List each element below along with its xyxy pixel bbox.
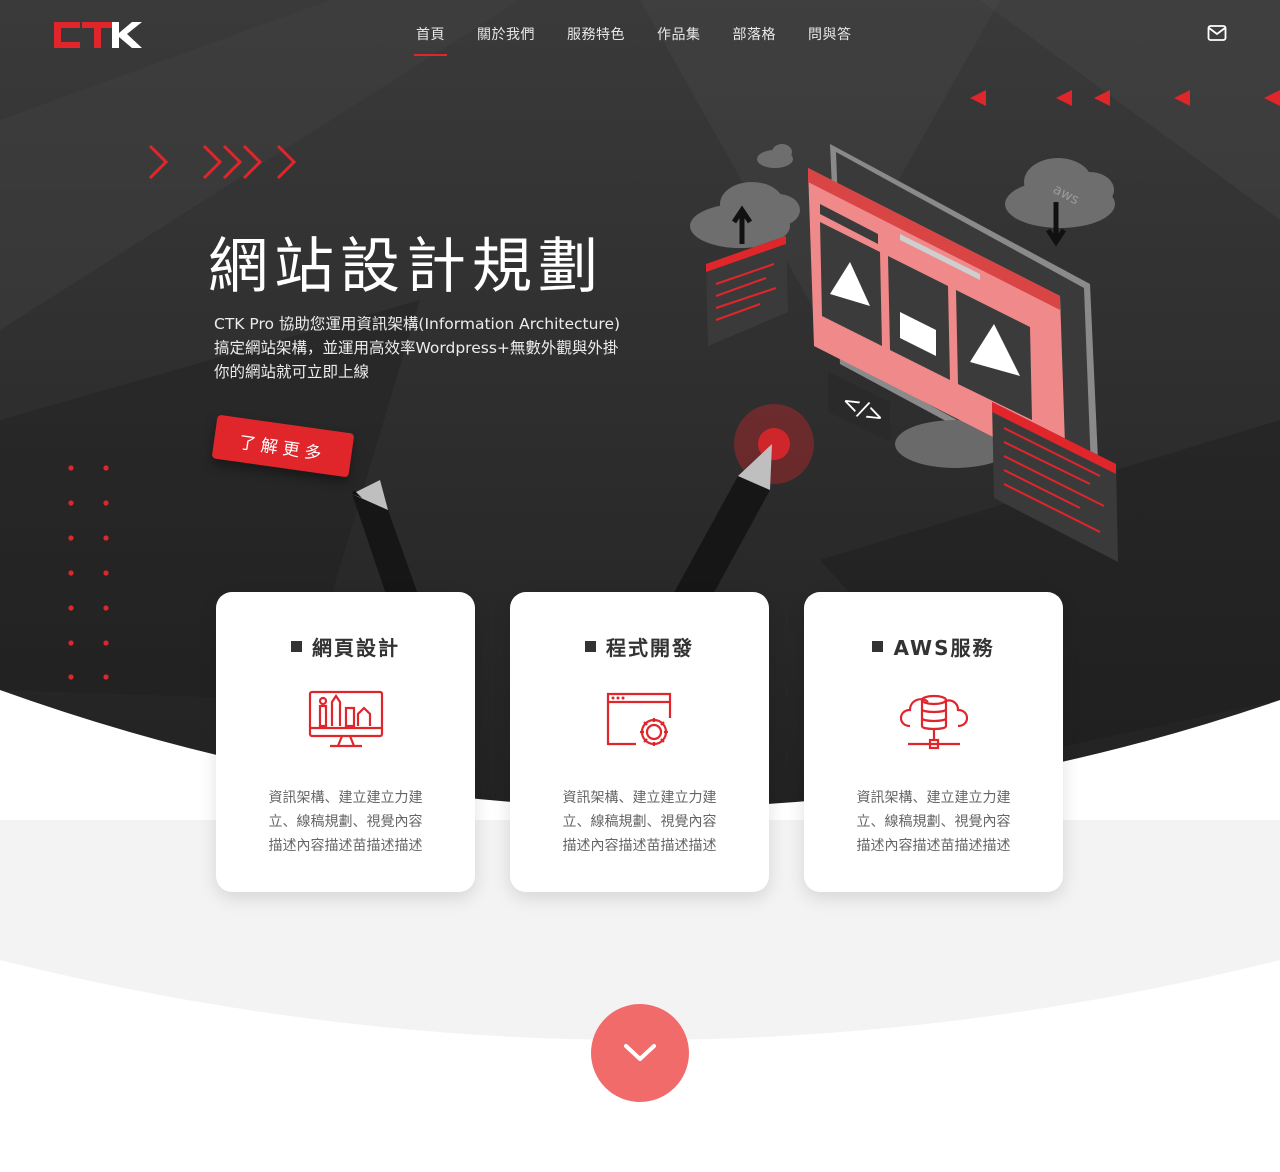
decorative-triangles	[970, 90, 1280, 106]
hero-description: CTK Pro 協助您運用資訊架構(Information Architectu…	[214, 312, 654, 384]
card-title: AWS服務	[804, 632, 1063, 661]
square-bullet-icon	[291, 641, 302, 652]
main-nav: 首頁 關於我們 服務特色 作品集 部落格 問與答	[414, 22, 884, 56]
chevron-down-icon	[624, 1044, 656, 1061]
nav-item-services[interactable]: 服務特色	[567, 22, 625, 56]
card-description: 資訊架構、建立建立力建 立、線稿規劃、視覺內容 描述內容描述苗描述描述	[844, 786, 1023, 858]
decorative-dots	[68, 465, 109, 680]
card-description: 資訊架構、建立建立力建 立、線稿規劃、視覺內容 描述內容描述苗描述描述	[550, 786, 729, 858]
card-title-text: AWS服務	[893, 636, 995, 660]
nav-item-blog[interactable]: 部落格	[733, 22, 777, 56]
nav-item-portfolio[interactable]: 作品集	[657, 22, 701, 56]
card-desc-line: 描述內容描述苗描述描述	[856, 838, 1011, 854]
card-desc-line: 資訊架構、建立建立力建	[562, 790, 717, 806]
square-bullet-icon	[585, 641, 596, 652]
web-design-icon	[308, 690, 383, 748]
card-desc-line: 立、線稿規劃、視覺內容	[268, 814, 423, 830]
card-title: 網頁設計	[216, 632, 475, 661]
code-gear-icon	[606, 692, 671, 746]
hero-desc-line: 你的網站就可立即上線	[214, 363, 370, 381]
cloud-database-icon	[899, 694, 968, 750]
hero-desc-line: CTK Pro 協助您運用資訊架構(Information Architectu…	[214, 315, 621, 333]
card-desc-line: 資訊架構、建立建立力建	[268, 790, 423, 806]
card-desc-line: 立、線稿規劃、視覺內容	[562, 814, 717, 830]
nav-item-home[interactable]: 首頁	[414, 22, 447, 56]
card-desc-line: 描述內容描述苗描述描述	[562, 838, 717, 854]
nav-item-about[interactable]: 關於我們	[477, 22, 535, 56]
square-bullet-icon	[872, 641, 884, 652]
nav-item-faq[interactable]: 問與答	[808, 22, 852, 56]
scroll-down-button[interactable]	[591, 1004, 689, 1102]
hero-title: 網站設計規劃	[208, 232, 604, 302]
card-desc-line: 資訊架構、建立建立力建	[856, 790, 1011, 806]
card-title-text: 程式開發	[606, 636, 694, 660]
mail-icon[interactable]	[1207, 24, 1227, 42]
card-desc-line: 描述內容描述苗描述描述	[268, 838, 423, 854]
hero-desc-line: 搞定網站架構，並運用高效率Wordpress+無數外觀與外掛	[214, 339, 619, 357]
service-cards: 網頁設計 資訊架構、建立建立力建 立、線稿規劃、視覺內容 描述內容描述苗描述描述	[216, 592, 1063, 892]
card-desc-line: 立、線稿規劃、視覺內容	[856, 814, 1011, 830]
card-title-text: 網頁設計	[312, 636, 400, 660]
service-card-aws[interactable]: AWS服務 資訊架構、建立建立力建 立、線稿規劃、視覺內容 描述內容描述苗描述描…	[804, 592, 1063, 892]
service-card-web-design[interactable]: 網頁設計 資訊架構、建立建立力建 立、線稿規劃、視覺內容 描述內容描述苗描述描述	[216, 592, 475, 892]
ctk-logo[interactable]	[52, 18, 144, 52]
card-description: 資訊架構、建立建立力建 立、線稿規劃、視覺內容 描述內容描述苗描述描述	[256, 786, 435, 858]
service-card-development[interactable]: 程式開發 資訊架構、建立建立力建 立、線稿規劃、視覺內容 描述內容描述苗描述描述	[510, 592, 769, 892]
decorative-chevrons	[148, 144, 297, 180]
decorative-pencils	[352, 444, 772, 600]
card-title: 程式開發	[510, 632, 769, 661]
